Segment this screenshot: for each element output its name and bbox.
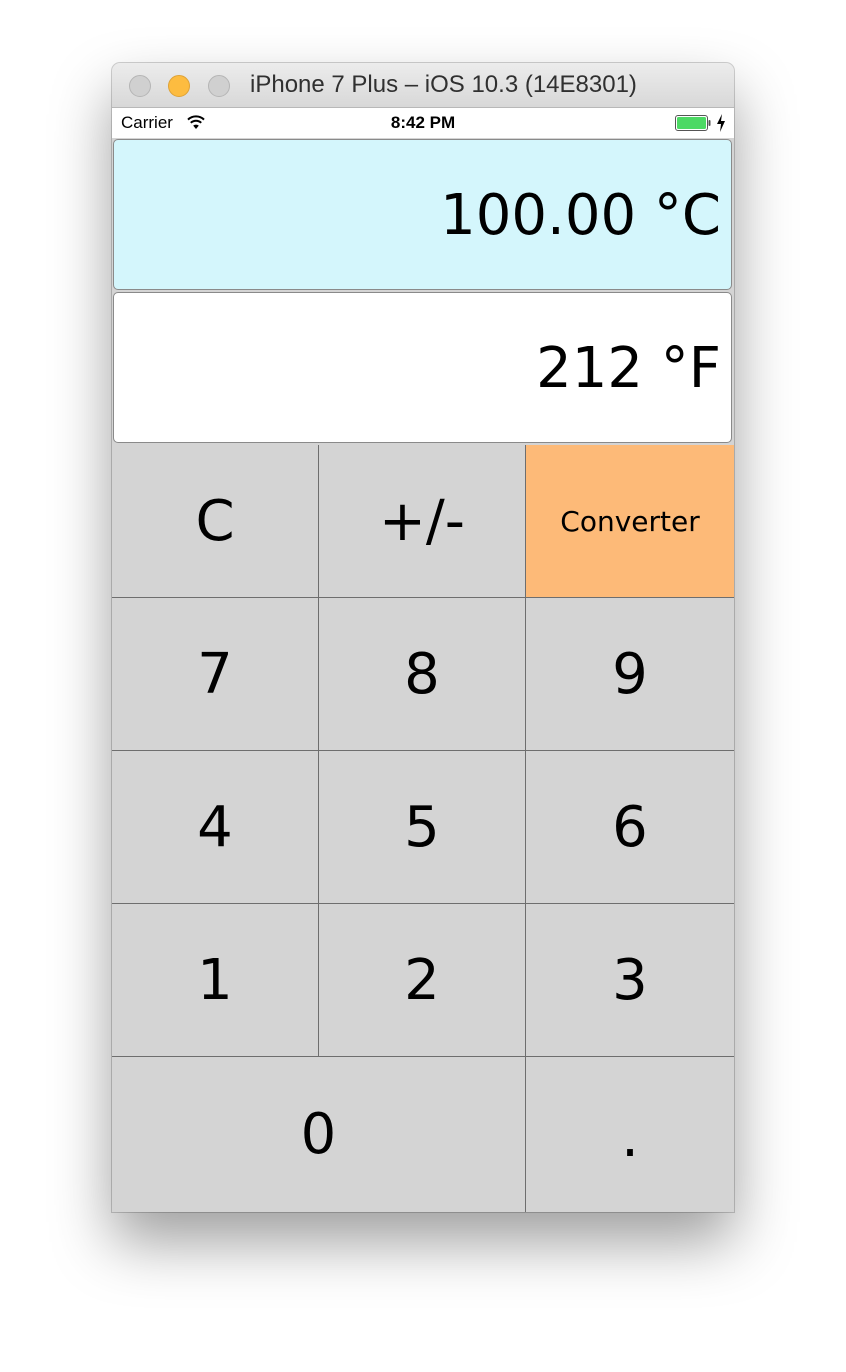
clear-button[interactable]: C: [112, 445, 318, 597]
decimal-point-button[interactable]: .: [526, 1057, 734, 1212]
converter-button[interactable]: Converter: [526, 445, 734, 597]
simulator-window: iPhone 7 Plus – iOS 10.3 (14E8301) Carri…: [112, 63, 734, 1212]
status-bar: Carrier 8:42 PM: [112, 108, 734, 138]
window-titlebar[interactable]: iPhone 7 Plus – iOS 10.3 (14E8301): [112, 63, 734, 108]
toggle-sign-button[interactable]: +/-: [319, 445, 525, 597]
digit-1-button[interactable]: 1: [112, 904, 318, 1056]
status-time: 8:42 PM: [390, 113, 456, 132]
zoom-window-button[interactable]: [208, 75, 230, 97]
charging-bolt-icon: [717, 114, 725, 132]
digit-8-button[interactable]: 8: [319, 598, 525, 750]
digit-7-button[interactable]: 7: [112, 598, 318, 750]
digit-6-button[interactable]: 6: [526, 751, 734, 903]
celsius-display[interactable]: 100.00 °C: [113, 139, 732, 290]
fahrenheit-display[interactable]: 212 °F: [113, 292, 732, 443]
digit-0-button[interactable]: 0: [112, 1057, 525, 1212]
minimize-window-button[interactable]: [168, 75, 190, 97]
battery-icon: [675, 115, 711, 131]
keypad: C +/- Converter 7 8 9 4 5 6 1 2 3 0 .: [112, 445, 734, 1212]
close-window-button[interactable]: [129, 75, 151, 97]
digit-4-button[interactable]: 4: [112, 751, 318, 903]
digit-9-button[interactable]: 9: [526, 598, 734, 750]
digit-2-button[interactable]: 2: [319, 904, 525, 1056]
digit-3-button[interactable]: 3: [526, 904, 734, 1056]
digit-5-button[interactable]: 5: [319, 751, 525, 903]
window-title: iPhone 7 Plus – iOS 10.3 (14E8301): [250, 71, 637, 98]
